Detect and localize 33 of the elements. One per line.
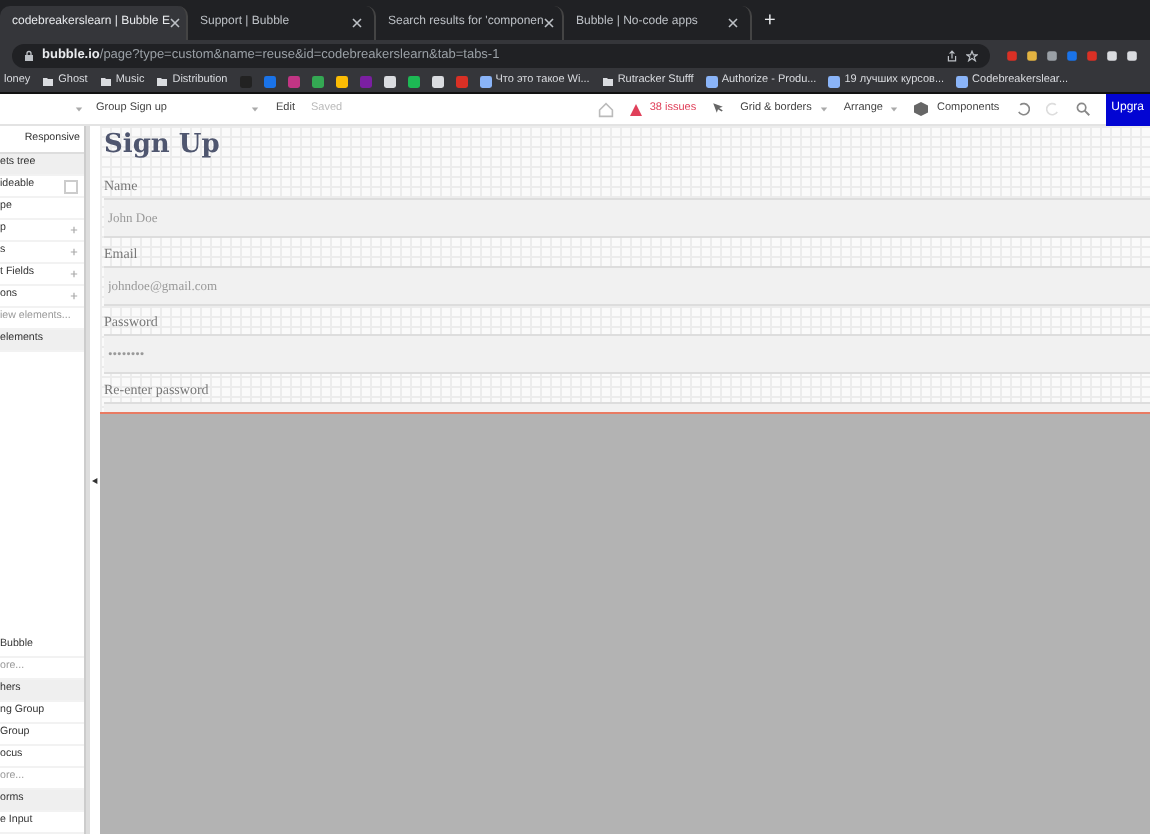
plus-icon[interactable] — [70, 248, 78, 256]
folder-icon — [99, 76, 112, 86]
checkbox[interactable] — [64, 179, 78, 193]
star-icon[interactable] — [966, 49, 978, 61]
warning-icon — [629, 103, 642, 115]
share-icon[interactable] — [946, 49, 958, 61]
caret-icon — [890, 105, 899, 113]
plus-icon[interactable] — [70, 270, 78, 278]
site-icon — [956, 75, 969, 87]
folder-icon — [42, 76, 55, 86]
plus-icon[interactable] — [70, 226, 78, 234]
site-icon — [705, 75, 718, 87]
plus-icon[interactable] — [70, 292, 78, 300]
lock-icon — [24, 49, 34, 61]
search-icon[interactable] — [1075, 102, 1090, 116]
cursor-icon[interactable] — [712, 101, 725, 114]
caret-icon[interactable] — [74, 105, 84, 113]
cube-icon — [914, 102, 929, 116]
folder-icon — [601, 76, 614, 86]
caret-icon — [819, 105, 828, 113]
home-icon[interactable] — [597, 101, 614, 117]
folder-icon — [156, 76, 169, 86]
undo-icon[interactable] — [1015, 102, 1030, 116]
close-icon[interactable] — [728, 18, 738, 28]
collapse-arrow-icon[interactable] — [92, 475, 98, 485]
new-tab-button[interactable]: + — [764, 5, 776, 35]
page-title: Sign Up — [104, 130, 222, 162]
site-icon — [828, 75, 841, 87]
close-icon[interactable] — [352, 18, 362, 28]
close-icon[interactable] — [543, 18, 554, 28]
caret-icon — [250, 105, 260, 113]
close-icon[interactable] — [169, 18, 180, 28]
scrollbar[interactable] — [84, 126, 90, 834]
